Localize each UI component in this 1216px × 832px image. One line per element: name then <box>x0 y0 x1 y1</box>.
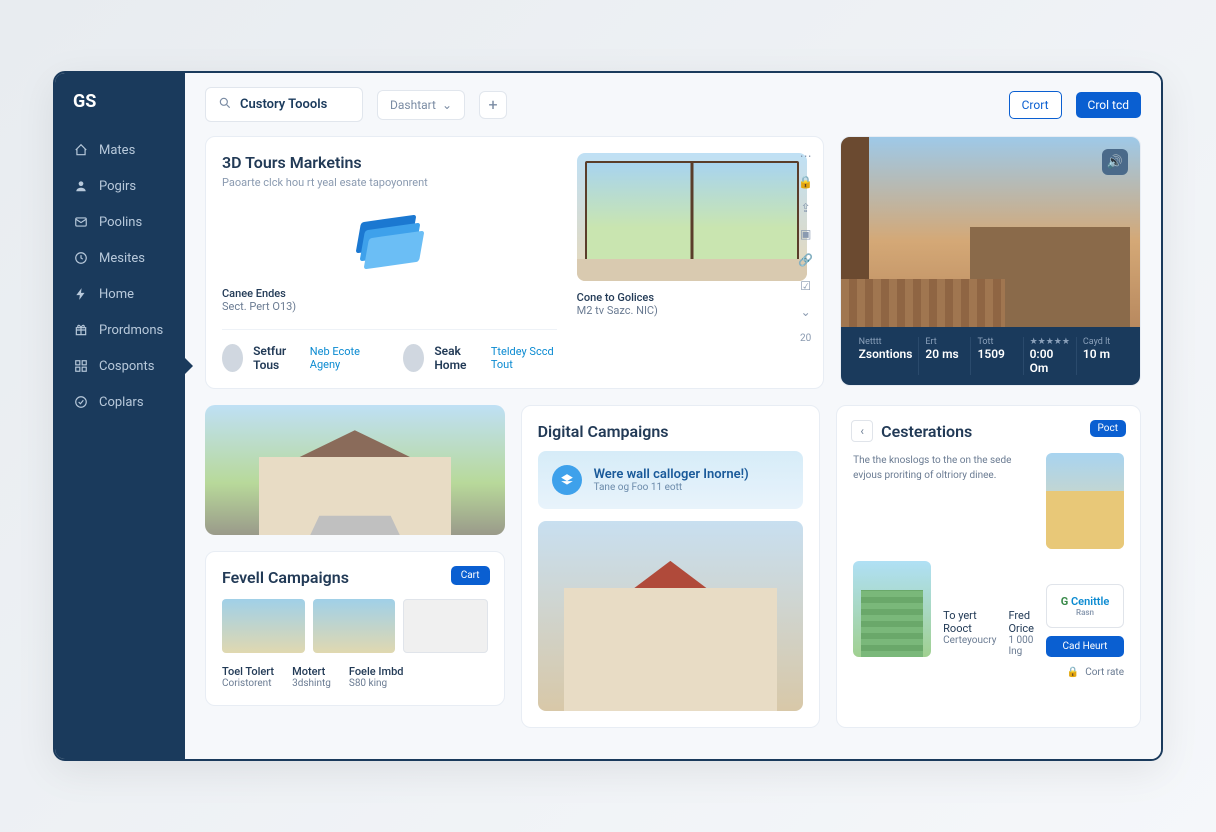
tool-rail: ⋯ 🔒 ⇪ ▣ 🔗 ☑ ⌄ 20 <box>797 147 815 347</box>
digital-house-image <box>538 521 804 711</box>
house-thumbnail[interactable] <box>205 405 505 535</box>
cest-title: Cesterations <box>881 422 1124 441</box>
digital-title: Digital Campaigns <box>538 422 804 441</box>
stat-item: Cayd lt10 m <box>1077 337 1128 375</box>
bolt-icon <box>73 286 89 302</box>
fevell-card: Fevell Campaigns Cart Toel TolertCoristo… <box>205 551 505 706</box>
sidebar-item-coplars[interactable]: Coplars <box>55 384 185 420</box>
hero-image: 🔊 <box>841 137 1140 327</box>
digital-banner[interactable]: Were wall calloger Inorne!)Tane og Foo 1… <box>538 451 804 509</box>
bookmark-icon[interactable]: ☑ <box>797 277 815 295</box>
fevell-cta-button[interactable]: Cart <box>451 566 490 585</box>
brand-chip: G CenittleRasn <box>1046 584 1124 628</box>
crort-button[interactable]: Crort <box>1009 91 1062 119</box>
cad-heurt-button[interactable]: Cad Heurt <box>1046 636 1124 657</box>
mail-icon <box>73 214 89 230</box>
main-area: Dashtart⌄ + Crort Crol tcd 3D Tours Mark… <box>185 73 1161 759</box>
sidebar-item-pogirs[interactable]: Pogirs <box>55 168 185 204</box>
stat-item: Tott1509 <box>971 337 1023 375</box>
sidebar-item-mesites[interactable]: Mesites <box>55 240 185 276</box>
search-input-wrap[interactable] <box>205 87 363 122</box>
cest-thumb <box>1046 453 1124 549</box>
cest-stats: To yert RooctCerteyoucry Fred Orice1 000… <box>943 609 1034 657</box>
lock-icon: 🔒 <box>1067 667 1079 678</box>
cest-body-text: The the knoslogs to the on the sede evjo… <box>853 453 1034 549</box>
green-building-thumb <box>853 561 931 657</box>
mini-thumb[interactable] <box>222 599 305 653</box>
digital-card: Digital Campaigns Were wall calloger Ino… <box>521 405 821 728</box>
logo: GS <box>55 91 185 132</box>
grid-icon <box>73 358 89 374</box>
lock-icon[interactable]: 🔒 <box>797 173 815 191</box>
search-icon <box>218 95 232 114</box>
clock-icon <box>73 250 89 266</box>
content: 3D Tours Marketins Paoarte clck hou rt y… <box>185 136 1161 759</box>
hero-card: 🔊 NettttZsontions Ert20 ms Tott1509 ★★★★… <box>840 136 1141 386</box>
stat-item: ★★★★★0:00 Om <box>1024 337 1077 375</box>
back-button[interactable]: ‹ <box>851 420 873 442</box>
tours-left-meta: Canee Endes Sect. Pert O13) <box>222 287 557 313</box>
tours-title: 3D Tours Marketins <box>222 153 557 172</box>
stack-icon <box>354 219 424 269</box>
chevron-down-icon: ⌄ <box>442 98 452 112</box>
fevell-stats: Toel TolertCoristorent Motert3dshintg Fo… <box>222 665 488 689</box>
agent1-name: Setfur Tous <box>253 344 300 372</box>
chevron-down-icon[interactable]: ⌄ <box>797 303 815 321</box>
search-input[interactable] <box>240 97 350 112</box>
sidebar-item-poolins[interactable]: Poolins <box>55 204 185 240</box>
tours-card: 3D Tours Marketins Paoarte clck hou rt y… <box>205 136 824 389</box>
share-icon[interactable]: ⇪ <box>797 199 815 217</box>
sidebar-item-home[interactable]: Home <box>55 276 185 312</box>
gift-icon <box>73 322 89 338</box>
stat-item: NettttZsontions <box>853 337 920 375</box>
count-label: 20 <box>797 329 815 347</box>
sidebar-item-cosponts[interactable]: Cosponts <box>55 348 185 384</box>
topbar: Dashtart⌄ + Crort Crol tcd <box>185 73 1161 136</box>
agent2-tag[interactable]: Tteldey Sccd Tout <box>491 345 557 371</box>
tours-right-meta: Cone to Golices M2 tv Sazc. NIC) <box>577 291 807 317</box>
cube-icon[interactable]: ▣ <box>797 225 815 243</box>
mini-thumb[interactable] <box>403 599 488 653</box>
home-icon <box>73 142 89 158</box>
sidebar-item-mates[interactable]: Mates <box>55 132 185 168</box>
sidebar-item-prordmons[interactable]: Prordmons <box>55 312 185 348</box>
app-frame: GS Mates Pogirs Poolins Mesites Home Pro… <box>53 71 1163 761</box>
tours-subtitle: Paoarte clck hou rt yeal esate tapoyonre… <box>222 176 557 189</box>
agent1-tag[interactable]: Neb Ecote Ageny <box>310 345 373 371</box>
mini-thumb[interactable] <box>313 599 396 653</box>
dropdown-selector[interactable]: Dashtart⌄ <box>377 90 465 120</box>
sidebar: GS Mates Pogirs Poolins Mesites Home Pro… <box>55 73 185 759</box>
tours-interior-image <box>577 153 807 281</box>
hero-stats: NettttZsontions Ert20 ms Tott1509 ★★★★★0… <box>841 327 1140 385</box>
avatar <box>222 344 243 372</box>
stat-item: Ert20 ms <box>919 337 971 375</box>
crol-button[interactable]: Crol tcd <box>1076 92 1141 118</box>
layers-icon <box>552 465 582 495</box>
user-icon <box>73 178 89 194</box>
link-icon[interactable]: 🔗 <box>797 251 815 269</box>
agent2-name: Seak Home <box>434 344 481 372</box>
fevell-title: Fevell Campaigns <box>222 568 488 587</box>
cest-cta-button[interactable]: Poct <box>1090 420 1126 437</box>
cest-footer: 🔒 Cort rate <box>853 667 1124 678</box>
more-icon[interactable]: ⋯ <box>797 147 815 165</box>
cesterations-card: ‹ Cesterations Poct The the knoslogs to … <box>836 405 1141 728</box>
check-icon <box>73 394 89 410</box>
add-button[interactable]: + <box>479 91 507 119</box>
avatar <box>403 344 424 372</box>
sound-icon[interactable]: 🔊 <box>1102 149 1128 175</box>
